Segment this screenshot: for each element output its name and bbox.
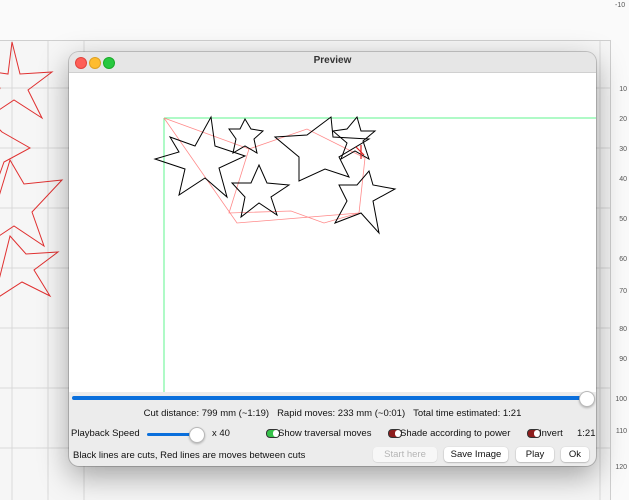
ruler-tick-label: 50: [619, 216, 627, 223]
play-button[interactable]: Play: [516, 447, 554, 462]
ruler-tick-label: 70: [619, 288, 627, 295]
playback-progress-slider[interactable]: [72, 396, 588, 400]
cut-paths: [153, 115, 397, 235]
ruler-tick-label: 80: [619, 326, 627, 333]
ruler-tick-label: 120: [615, 464, 627, 471]
ruler-tick-label: 10: [619, 86, 627, 93]
invert-label[interactable]: Invert: [539, 428, 563, 439]
save-image-button[interactable]: Save Image: [444, 447, 508, 462]
playback-slider-thumb[interactable]: [579, 391, 595, 407]
title-bar: Preview: [69, 52, 596, 73]
speed-slider-fill: [147, 433, 191, 436]
show-traversal-label[interactable]: Show traversal moves: [278, 428, 371, 439]
top-ruler: -10: [0, 0, 629, 41]
right-ruler: 10 20 30 40 50 60 70 80 90 100 110 120: [610, 40, 629, 500]
ruler-tick-label: 20: [619, 116, 627, 123]
cut-star-3: [273, 116, 371, 182]
ruler-tick-label: 60: [619, 256, 627, 263]
total-time-text: Total time estimated: 1:21: [413, 408, 522, 419]
window-title: Preview: [313, 55, 352, 66]
statistics-line: Cut distance: 799 mm (~1:19) Rapid moves:…: [69, 408, 596, 419]
ruler-tick-label: 100: [615, 396, 627, 403]
playback-speed-label: Playback Speed: [71, 428, 140, 439]
playback-options-row: Playback Speed x 40 Show traversal moves…: [69, 426, 596, 443]
time-display: 1:21: [577, 428, 596, 439]
ruler-tick-label: -10: [615, 2, 626, 9]
ruler-tick-label: 90: [619, 356, 627, 363]
cut-star-6: [333, 169, 397, 235]
footer-row: Black lines are cuts, Red lines are move…: [69, 445, 596, 465]
ruler-tick-label: 110: [615, 428, 627, 435]
preview-canvas[interactable]: [69, 73, 596, 392]
cut-star-5: [230, 163, 291, 219]
speed-value: x 40: [212, 428, 230, 439]
start-here-button[interactable]: Start here: [373, 447, 437, 462]
legend-hint: Black lines are cuts, Red lines are move…: [73, 450, 306, 461]
ok-button[interactable]: Ok: [561, 447, 589, 462]
rapid-moves-text: Rapid moves: 233 mm (~0:01): [277, 408, 406, 419]
ruler-tick-label: 40: [619, 176, 627, 183]
preview-window: Preview Cut distance: 799 mm (~1:19) Rap…: [69, 52, 596, 466]
cut-distance-text: Cut distance: 799 mm (~1:19): [143, 408, 270, 419]
ruler-tick-label: 30: [619, 146, 627, 153]
speed-slider-thumb[interactable]: [189, 427, 205, 443]
preview-drawing: [153, 115, 596, 392]
shade-power-label[interactable]: Shade according to power: [400, 428, 510, 439]
